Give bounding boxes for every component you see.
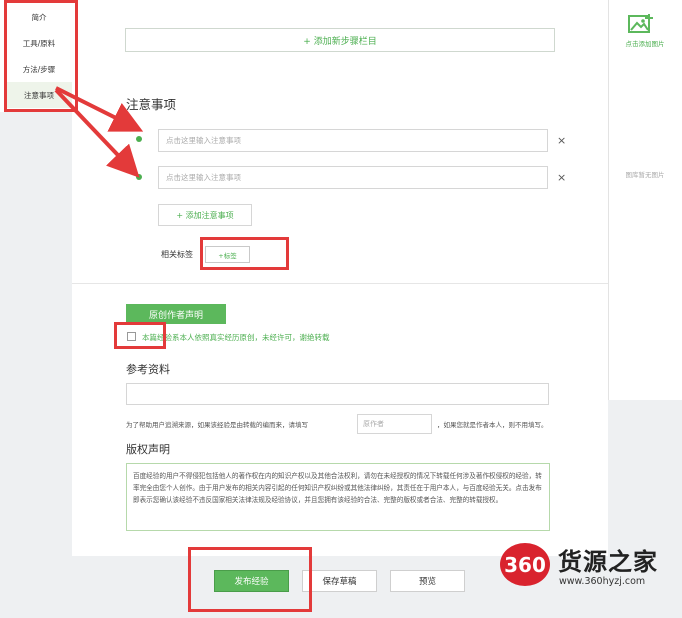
watermark-url: www.360hyzj.com	[559, 576, 646, 587]
annotation-arrow	[54, 88, 140, 178]
watermark-badge: 360	[500, 543, 550, 586]
annotation-arrows	[54, 86, 144, 178]
annotation-arrow	[55, 86, 144, 132]
watermark-name: 货源之家	[558, 548, 658, 576]
